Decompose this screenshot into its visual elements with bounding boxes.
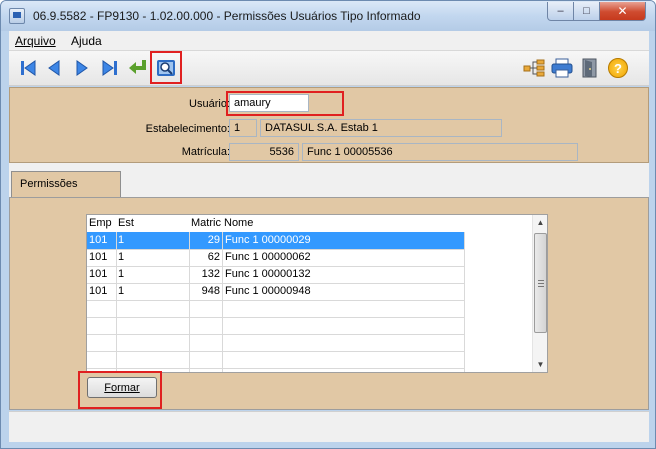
next-record-button[interactable] bbox=[69, 55, 95, 81]
cell-emp: 101 bbox=[89, 234, 108, 246]
app-icon bbox=[9, 8, 25, 24]
cell-emp: 101 bbox=[89, 268, 108, 280]
header-panel: Usuário: amaury Estabelecimento: 1 DATAS… bbox=[9, 87, 649, 163]
table-row[interactable]: 101 1 948 Func 1 00000948 bbox=[87, 283, 465, 300]
grip-line bbox=[538, 283, 544, 284]
cell-matric: 132 bbox=[201, 268, 220, 280]
grid-line bbox=[189, 232, 190, 372]
cell-est: 1 bbox=[118, 285, 125, 297]
cell-nome: Func 1 00000062 bbox=[225, 251, 311, 263]
cell-matric: 29 bbox=[207, 234, 220, 246]
grid-line bbox=[87, 283, 465, 284]
grip-line bbox=[538, 280, 544, 281]
menu-arquivo-label: Arquivo bbox=[15, 34, 56, 48]
grid-line bbox=[222, 232, 223, 372]
cell-nome: Func 1 00000948 bbox=[225, 285, 311, 297]
grid-line bbox=[87, 317, 465, 318]
close-button[interactable]: ✕ bbox=[599, 2, 646, 21]
last-record-button[interactable] bbox=[97, 55, 123, 81]
grip-line bbox=[538, 286, 544, 287]
column-header-emp[interactable]: Emp bbox=[89, 217, 112, 229]
table-row[interactable]: 101 1 29 Func 1 00000029 bbox=[87, 232, 465, 249]
cell-nome: Func 1 00000029 bbox=[225, 234, 311, 246]
matricula-name-field: Func 1 00005536 bbox=[302, 143, 578, 161]
grid-line bbox=[87, 300, 465, 301]
app-window: 06.9.5582 - FP9130 - 1.02.00.000 - Permi… bbox=[0, 0, 656, 449]
status-bar bbox=[9, 411, 649, 442]
help-icon: ? bbox=[608, 58, 628, 78]
menu-ajuda[interactable]: Ajuda bbox=[71, 34, 102, 48]
grid-header: Emp Est Matric Nome bbox=[87, 215, 533, 232]
cell-emp: 101 bbox=[89, 251, 108, 263]
next-record-icon bbox=[76, 60, 88, 76]
table-row[interactable]: 101 1 62 Func 1 00000062 bbox=[87, 249, 465, 266]
scrollbar-thumb[interactable] bbox=[534, 233, 547, 333]
grid-line bbox=[87, 334, 465, 335]
table-row[interactable]: 101 1 132 Func 1 00000132 bbox=[87, 266, 465, 283]
grid-line bbox=[87, 351, 465, 352]
first-record-button[interactable] bbox=[15, 55, 41, 81]
cell-est: 1 bbox=[118, 251, 125, 263]
go-to-button[interactable] bbox=[125, 55, 151, 81]
cell-nome: Func 1 00000132 bbox=[225, 268, 311, 280]
scroll-down-icon[interactable]: ▼ bbox=[535, 359, 546, 370]
menu-arquivo[interactable]: Arquivo bbox=[15, 34, 56, 48]
tab-permissoes[interactable]: Permissões bbox=[11, 171, 121, 197]
usuario-highlight bbox=[226, 91, 344, 116]
tree-icon bbox=[523, 59, 545, 77]
matricula-code-field[interactable]: 5536 bbox=[229, 143, 299, 161]
last-record-icon bbox=[102, 60, 117, 76]
menu-ajuda-label: Ajuda bbox=[71, 34, 102, 48]
maximize-button[interactable]: □ bbox=[573, 2, 600, 21]
column-header-matric[interactable]: Matric bbox=[191, 217, 221, 229]
go-to-icon bbox=[129, 60, 146, 74]
cell-matric: 948 bbox=[201, 285, 220, 297]
estabelecimento-code-field[interactable]: 1 bbox=[229, 119, 257, 137]
column-header-nome[interactable]: Nome bbox=[224, 217, 253, 229]
cell-est: 1 bbox=[118, 268, 125, 280]
usuario-label: Usuário: bbox=[189, 98, 230, 110]
grid-scrollbar[interactable]: ▲ ▼ bbox=[532, 215, 547, 372]
column-header-est[interactable]: Est bbox=[118, 217, 134, 229]
exit-button[interactable] bbox=[577, 55, 603, 81]
window-title: 06.9.5582 - FP9130 - 1.02.00.000 - Permi… bbox=[33, 9, 421, 23]
previous-record-button[interactable] bbox=[41, 55, 67, 81]
minimize-button[interactable]: – bbox=[547, 2, 574, 21]
grid-line bbox=[87, 368, 465, 369]
cell-matric: 62 bbox=[207, 251, 220, 263]
previous-record-icon bbox=[48, 60, 60, 76]
estabelecimento-name-field: DATASUL S.A. Estab 1 bbox=[260, 119, 502, 137]
cell-emp: 101 bbox=[89, 285, 108, 297]
scroll-up-icon[interactable]: ▲ bbox=[535, 217, 546, 228]
formar-button-highlight bbox=[78, 371, 162, 409]
first-record-icon bbox=[21, 60, 36, 76]
grid-line bbox=[87, 249, 465, 250]
estabelecimento-label: Estabelecimento: bbox=[145, 123, 230, 135]
title-bar[interactable]: 06.9.5582 - FP9130 - 1.02.00.000 - Permi… bbox=[1, 1, 655, 31]
toolbar: ? bbox=[9, 51, 649, 86]
permissions-grid[interactable]: Emp Est Matric Nome 101 1 29 Func 1 0000… bbox=[86, 214, 548, 373]
matricula-label: Matrícula: bbox=[181, 146, 230, 158]
grid-line bbox=[464, 232, 465, 372]
print-icon bbox=[551, 58, 573, 78]
menu-bar: Arquivo Ajuda bbox=[9, 31, 649, 51]
help-button[interactable]: ? bbox=[605, 55, 631, 81]
search-button-highlight bbox=[150, 51, 182, 84]
print-button[interactable] bbox=[549, 55, 575, 81]
grid-line bbox=[116, 232, 117, 372]
grid-line bbox=[87, 266, 465, 267]
tree-button[interactable] bbox=[521, 55, 547, 81]
exit-icon bbox=[582, 58, 597, 78]
cell-est: 1 bbox=[118, 234, 125, 246]
